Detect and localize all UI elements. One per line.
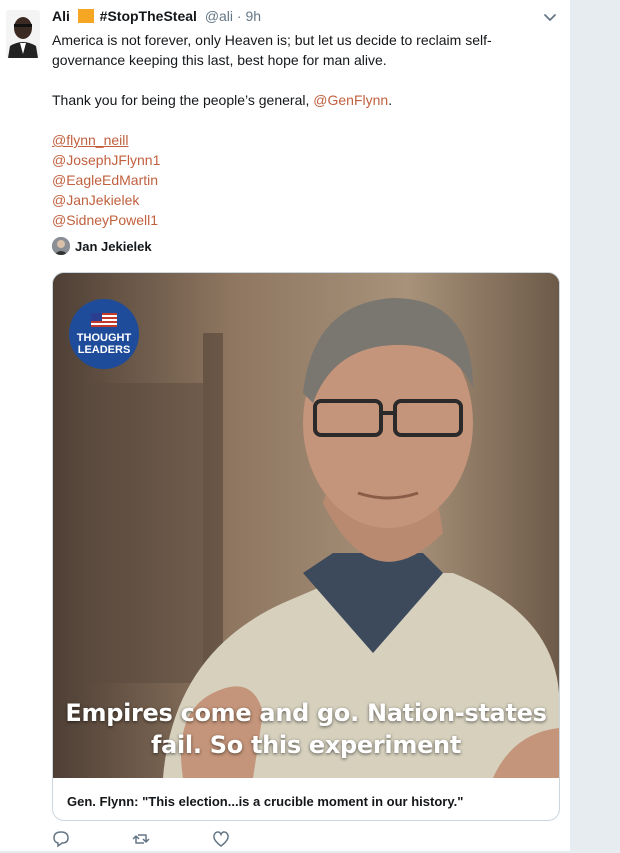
mentions-list: @flynn_neill @JosephJFlynn1 @EagleEdMart…: [52, 130, 552, 230]
tweet-actions: [52, 830, 292, 848]
tweet: Ali #StopTheSteal @ali · 9h America is n…: [0, 0, 570, 851]
tweet-timestamp[interactable]: 9h: [245, 8, 261, 24]
author-avatar[interactable]: [6, 10, 40, 58]
mention-genflynn[interactable]: @GenFlynn: [313, 92, 388, 108]
tagged-user-avatar: [52, 237, 70, 255]
us-flag-icon: [91, 313, 117, 327]
orange-square-icon: [77, 9, 94, 23]
tagged-user-name: Jan Jekielek: [75, 238, 152, 254]
tagged-user[interactable]: Jan Jekielek: [52, 236, 152, 256]
author-hashtag: #StopTheSteal: [99, 8, 197, 24]
mention-link[interactable]: @EagleEdMartin: [52, 170, 552, 190]
video-card[interactable]: THOUGHT LEADERS Empires come and go. Nat…: [52, 272, 560, 821]
mention-link[interactable]: @JosephJFlynn1: [52, 150, 552, 170]
right-gutter: [570, 0, 620, 851]
video-player[interactable]: THOUGHT LEADERS Empires come and go. Nat…: [53, 273, 559, 778]
thought-leaders-badge: THOUGHT LEADERS: [69, 299, 139, 369]
tweet-header: Ali #StopTheSteal @ali · 9h: [52, 8, 262, 24]
card-title[interactable]: Gen. Flynn: "This election...is a crucib…: [67, 794, 463, 809]
chevron-down-icon[interactable]: [542, 10, 558, 26]
video-caption-line1: Empires come and go. Nation-states: [65, 699, 547, 727]
mention-link[interactable]: @flynn_neill: [52, 130, 552, 150]
mention-link[interactable]: @SidneyPowell1: [52, 210, 552, 230]
like-icon[interactable]: [212, 830, 230, 848]
badge-line2: LEADERS: [77, 344, 131, 356]
author-name[interactable]: Ali: [52, 8, 70, 24]
badge-line1: THOUGHT: [76, 332, 132, 344]
retweet-icon[interactable]: [132, 830, 150, 848]
tweet-text-line1: America is not forever, only Heaven is; …: [52, 32, 492, 68]
tweet-body: America is not forever, only Heaven is; …: [52, 30, 552, 230]
author-handle[interactable]: @ali: [205, 8, 233, 24]
reply-icon[interactable]: [52, 830, 70, 848]
mention-link[interactable]: @JanJekielek: [52, 190, 552, 210]
video-caption-line2: fail. So this experiment: [150, 731, 462, 759]
tweet-text-line2: Thank you for being the people’s general…: [52, 92, 393, 108]
